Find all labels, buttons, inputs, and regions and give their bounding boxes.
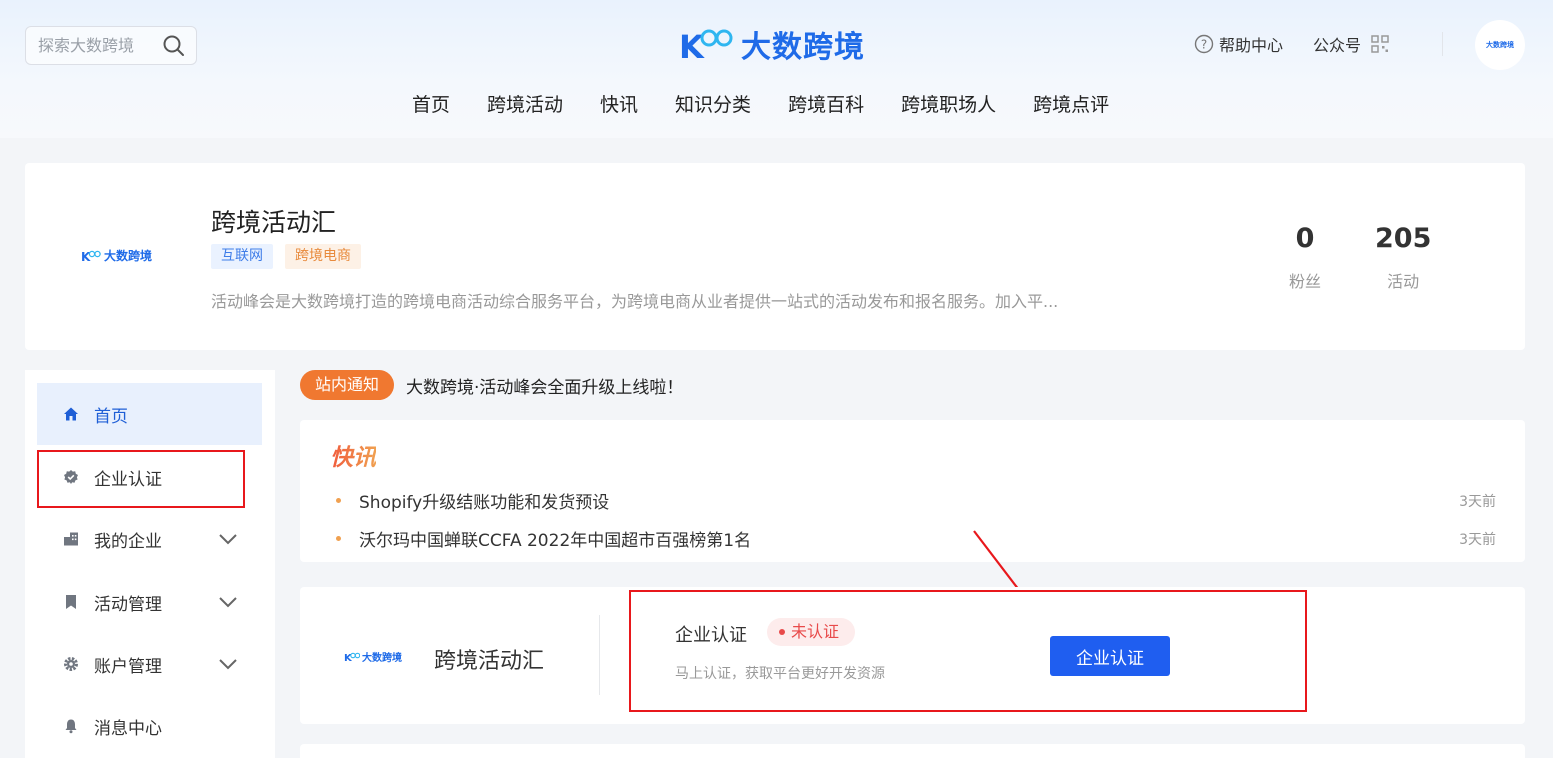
- search-icon[interactable]: [162, 34, 186, 62]
- company-logo: K 大数跨境: [81, 247, 152, 264]
- company-tags: 互联网 跨境电商: [211, 244, 361, 269]
- stat-fans-label: 粉丝: [1289, 272, 1322, 291]
- logo-text: 大数跨境: [741, 30, 865, 65]
- nav-item-wiki[interactable]: 跨境百科: [788, 90, 864, 117]
- company-description: 活动峰会是大数跨境打造的跨境电商活动综合服务平台，为跨境电商从业者提供一站式的活…: [211, 292, 1059, 311]
- site-notice[interactable]: 站内通知 大数跨境·活动峰会全面升级上线啦！: [300, 370, 683, 400]
- sidebar-item-account-management[interactable]: 账户管理: [37, 633, 262, 695]
- question-circle-icon: ?: [1194, 34, 1214, 54]
- svg-text:K: K: [679, 28, 705, 64]
- official-account-link[interactable]: 公众号: [1313, 32, 1389, 56]
- building-icon: [63, 531, 79, 547]
- chevron-down-icon[interactable]: [218, 655, 238, 675]
- sidebar-item-activity-management[interactable]: 活动管理: [37, 571, 262, 633]
- highlight-box-certification: [629, 590, 1307, 712]
- next-card: [300, 744, 1525, 758]
- news-title: 快讯: [330, 438, 376, 472]
- company-name: 跨境活动汇: [434, 649, 545, 674]
- svg-text:?: ?: [1201, 38, 1207, 52]
- nav-item-home[interactable]: 首页: [412, 90, 450, 117]
- gear-icon: [63, 656, 79, 672]
- company-name: 跨境活动汇: [211, 208, 337, 237]
- company-logo-text: 大数跨境: [104, 249, 153, 263]
- nav-item-knowledge[interactable]: 知识分类: [675, 90, 751, 117]
- bullet-dot: [336, 498, 341, 503]
- tag-internet: 互联网: [211, 244, 273, 269]
- company-logo: K 大数跨境: [344, 649, 402, 664]
- help-center-link[interactable]: ? 帮助中心: [1194, 32, 1283, 56]
- nav-item-reviews[interactable]: 跨境点评: [1033, 90, 1109, 117]
- avatar-logo-text: 大数跨境: [1486, 41, 1514, 49]
- tag-cross-border: 跨境电商: [285, 244, 361, 269]
- logo-mark-icon: K: [344, 652, 360, 663]
- notice-badge: 站内通知: [300, 370, 395, 400]
- bell-icon: [63, 718, 79, 734]
- qr-code-icon: [1371, 35, 1389, 53]
- stat-fans[interactable]: 0 粉丝: [1289, 223, 1321, 292]
- sidebar: 首页 企业认证 我的企业 活动管理 账户管理 消息中心: [25, 370, 275, 758]
- list-item[interactable]: Shopify升级结账功能和发货预设 3天前: [336, 488, 1496, 513]
- stat-activities-count: 205: [1375, 223, 1432, 254]
- top-header: K 大数跨境 ? 帮助中心 公众号 大数跨境 首页 跨境活动 快讯 知识分类 跨…: [0, 0, 1553, 138]
- header-divider: [1442, 32, 1443, 56]
- help-center-label: 帮助中心: [1219, 36, 1284, 55]
- news-text: Shopify升级结账功能和发货预设: [359, 493, 610, 513]
- stat-fans-count: 0: [1295, 223, 1315, 254]
- chevron-down-icon[interactable]: [218, 593, 238, 613]
- nav-item-career[interactable]: 跨境职场人: [901, 90, 996, 117]
- logo-mark-icon: K: [81, 250, 101, 263]
- avatar[interactable]: 大数跨境: [1475, 20, 1525, 70]
- sidebar-item-messages[interactable]: 消息中心: [37, 695, 262, 757]
- company-profile-card: K 大数跨境 跨境活动汇 互联网 跨境电商 活动峰会是大数跨境打造的跨境电商活动…: [25, 163, 1525, 350]
- news-text: 沃尔玛中国蝉联CCFA 2022年中国超市百强榜第1名: [359, 531, 752, 551]
- notice-text: 大数跨境·活动峰会全面升级上线啦！: [406, 377, 684, 398]
- list-item[interactable]: 沃尔玛中国蝉联CCFA 2022年中国超市百强榜第1名 3天前: [336, 526, 1496, 551]
- sidebar-item-label: 消息中心: [94, 718, 162, 739]
- main-nav: 首页 跨境活动 快讯 知识分类 跨境百科 跨境职场人 跨境点评: [412, 90, 1146, 117]
- card-divider: [599, 615, 600, 695]
- nav-item-news[interactable]: 快讯: [600, 90, 638, 117]
- site-logo[interactable]: K 大数跨境: [679, 22, 865, 66]
- official-account-label: 公众号: [1313, 36, 1362, 55]
- sidebar-item-label: 活动管理: [94, 594, 162, 615]
- search-input[interactable]: [38, 36, 158, 55]
- company-logo-text: 大数跨境: [362, 653, 402, 664]
- sidebar-item-label: 首页: [94, 406, 128, 427]
- search-box[interactable]: [25, 26, 197, 65]
- news-flash-card: 快讯 Shopify升级结账功能和发货预设 3天前 沃尔玛中国蝉联CCFA 20…: [300, 420, 1525, 562]
- home-icon: [63, 406, 79, 422]
- nav-item-activities[interactable]: 跨境活动: [487, 90, 563, 117]
- header-actions: ? 帮助中心 公众号: [1194, 32, 1389, 56]
- chevron-down-icon[interactable]: [218, 530, 238, 550]
- news-time: 3天前: [1459, 531, 1496, 548]
- sidebar-item-label: 账户管理: [94, 656, 162, 677]
- sidebar-item-my-company[interactable]: 我的企业: [37, 508, 262, 570]
- stat-activities[interactable]: 205 活动: [1375, 223, 1431, 292]
- bookmark-icon: [63, 594, 79, 610]
- stat-activities-label: 活动: [1387, 272, 1420, 291]
- bullet-dot: [336, 536, 341, 541]
- sidebar-item-label: 我的企业: [94, 531, 162, 552]
- highlight-box-sidebar: [37, 450, 245, 508]
- news-time: 3天前: [1459, 493, 1496, 510]
- sidebar-item-home[interactable]: 首页: [37, 383, 262, 445]
- logo-mark-icon: K: [679, 28, 733, 64]
